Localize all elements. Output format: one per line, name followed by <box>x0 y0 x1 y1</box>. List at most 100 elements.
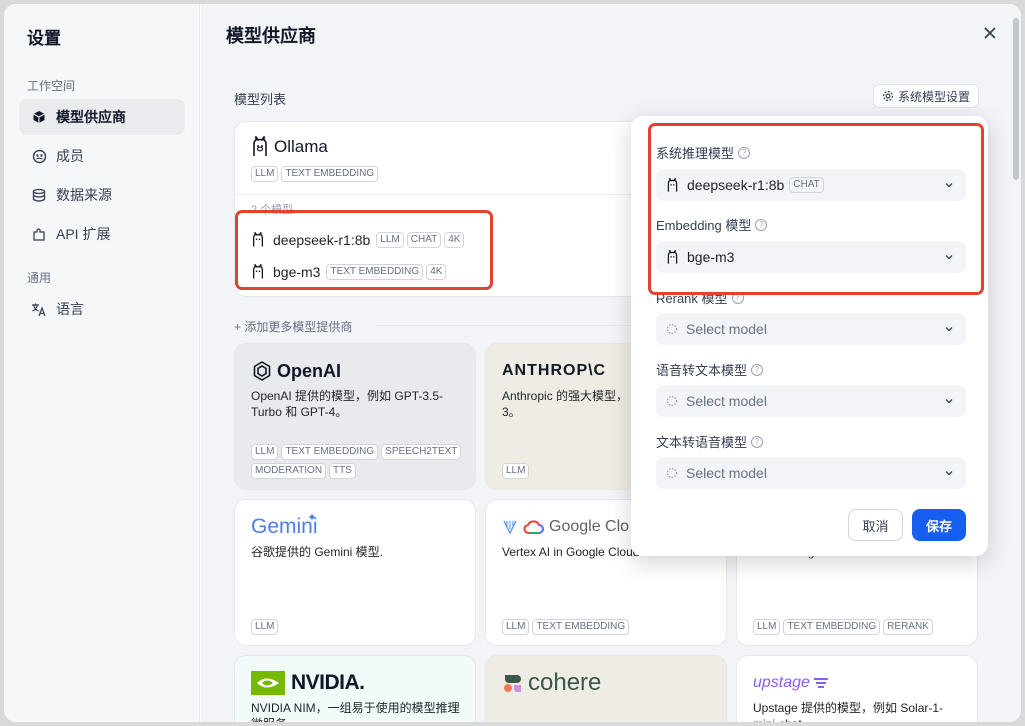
select-value: Select model <box>686 465 767 481</box>
provider-name: ANTHROP\C <box>502 362 607 379</box>
model-list-label: 模型列表 <box>234 92 287 107</box>
field-label-text: 语音转文本模型 <box>656 363 748 378</box>
provider-name: upstage <box>753 674 810 691</box>
provider-card-gemini[interactable]: Gemini 谷歌提供的 Gemini 模型. LLM <box>234 499 476 646</box>
provider-tags: LLM TEXT EMBEDDING RERANK <box>753 619 967 635</box>
tag: TEXT EMBEDDING <box>532 619 630 635</box>
openai-logo: OpenAI <box>251 358 341 384</box>
settings-dialog: 设置 工作空间 模型供应商 成员 数据来源 API 扩展 通用 语言 模型供应商… <box>4 4 1021 722</box>
system-model-settings-button[interactable]: 系统模型设置 <box>873 84 979 108</box>
add-more-providers[interactable]: + 添加更多模型提供商 <box>234 318 676 335</box>
vertex-icon <box>503 520 517 535</box>
sidebar-item-label: API 扩展 <box>56 226 111 242</box>
placeholder-icon <box>666 467 678 479</box>
nvidia-logo: NVIDIA. <box>251 670 365 696</box>
tag: TEXT EMBEDDING <box>281 166 379 182</box>
upstage-logo: upstage <box>753 670 829 696</box>
chevron-down-icon <box>945 471 953 476</box>
provider-desc: 谷歌提供的 Gemini 模型. <box>251 545 384 559</box>
sidebar-item-data-source[interactable]: 数据来源 <box>19 177 185 213</box>
help-icon[interactable]: ? <box>751 435 764 448</box>
provider-desc: OpenAI 提供的模型，例如 GPT-3.5-Turbo 和 GPT-4。 <box>251 389 444 419</box>
sidebar-item-language[interactable]: 语言 <box>19 291 185 327</box>
provider-name: OpenAI <box>277 360 342 381</box>
tag: RERANK <box>883 619 933 635</box>
sidebar-item-api-extension[interactable]: API 扩展 <box>19 216 185 252</box>
provider-card-cohere[interactable]: cohere <box>485 655 727 722</box>
select-value: Select model <box>686 393 767 409</box>
tag: TEXT EMBEDDING <box>281 444 379 460</box>
provider-card-upstage[interactable]: upstage Upstage 提供的模型，例如 Solar-1-mini-ch… <box>736 655 978 722</box>
provider-card-nvidia[interactable]: NVIDIA. NVIDIA NIM，一组易于使用的模型推理微服务。 <box>234 655 476 722</box>
anthropic-logo: ANTHROP\C <box>502 358 606 384</box>
sidebar-item-members[interactable]: 成员 <box>19 138 185 174</box>
field-label-text: 文本转语音模型 <box>656 435 748 450</box>
tag: LLM <box>251 444 279 460</box>
google-cloud-icon <box>523 520 544 534</box>
provider-tags: LLM TEXT EMBEDDING SPEECH2TEXT MODERATIO… <box>251 444 465 479</box>
puzzle-icon <box>31 226 47 242</box>
field-label: 语音转文本模型 ? <box>656 360 764 379</box>
cohere-logo: cohere <box>502 669 602 696</box>
nvidia-eye-icon <box>251 671 285 695</box>
sidebar-item-label: 成员 <box>56 148 84 164</box>
sidebar-item-label: 数据来源 <box>56 187 112 203</box>
sparkle-icon <box>307 513 316 521</box>
tag: TEXT EMBEDDING <box>783 619 881 635</box>
rerank-model-select[interactable]: Select model <box>656 313 966 345</box>
sidebar-title: 设置 <box>27 29 61 48</box>
cube-icon <box>31 109 47 125</box>
gear-icon <box>882 90 894 102</box>
members-icon <box>31 148 47 164</box>
google-cloud-logo: Google Clo <box>502 514 629 540</box>
tag: LLM <box>502 463 530 479</box>
highlight-box <box>235 210 493 290</box>
upstage-icon <box>813 678 828 688</box>
tag: SPEECH2TEXT <box>381 444 462 460</box>
ollama-tags: LLM TEXT EMBEDDING <box>251 166 379 182</box>
provider-tags: LLM <box>251 619 465 635</box>
provider-card-openai[interactable]: OpenAI OpenAI 提供的模型，例如 GPT-3.5-Turbo 和 G… <box>234 343 476 490</box>
page-title: 模型供应商 <box>226 26 316 46</box>
provider-desc: Upstage 提供的模型，例如 Solar-1-mini-chat <box>753 701 944 722</box>
cancel-button[interactable]: 取消 <box>848 509 903 541</box>
ollama-logo-icon <box>253 136 267 156</box>
ollama-header: Ollama <box>251 136 328 158</box>
placeholder-icon <box>666 395 678 407</box>
sidebar-item-label: 模型供应商 <box>56 109 126 125</box>
gemini-logo: Gemini <box>251 513 318 540</box>
placeholder-icon <box>666 323 678 335</box>
provider-name: Google Clo <box>549 518 630 535</box>
sidebar: 设置 工作空间 模型供应商 成员 数据来源 API 扩展 通用 语言 <box>4 4 200 722</box>
cohere-icon <box>504 675 521 692</box>
section-workspace: 工作空间 <box>27 79 76 93</box>
openai-icon <box>253 361 271 381</box>
tag: LLM <box>251 166 279 182</box>
section-general: 通用 <box>27 271 52 285</box>
provider-desc: NVIDIA NIM，一组易于使用的模型推理微服务。 <box>251 701 460 722</box>
stt-model-select[interactable]: Select model <box>656 385 966 417</box>
database-icon <box>31 187 47 203</box>
tag: LLM <box>502 619 530 635</box>
system-model-settings-label: 系统模型设置 <box>897 89 970 104</box>
save-button[interactable]: 保存 <box>912 509 966 541</box>
select-value: Select model <box>686 321 767 337</box>
provider-name: NVIDIA. <box>291 671 365 694</box>
help-icon[interactable]: ? <box>751 363 764 376</box>
close-icon[interactable] <box>981 24 999 42</box>
tag: LLM <box>753 619 781 635</box>
sidebar-item-model-provider[interactable]: 模型供应商 <box>19 99 185 135</box>
tag: LLM <box>251 619 279 635</box>
scrollbar[interactable] <box>1013 18 1019 180</box>
highlight-box <box>648 123 984 295</box>
tag: TTS <box>329 463 356 479</box>
add-more-label: + 添加更多模型提供商 <box>234 320 353 334</box>
chevron-down-icon <box>945 399 953 404</box>
tag: MODERATION <box>251 463 327 479</box>
tts-model-select[interactable]: Select model <box>656 457 966 489</box>
provider-tags: LLM TEXT EMBEDDING <box>502 619 716 635</box>
translate-icon <box>31 301 47 317</box>
provider-name: cohere <box>528 669 602 696</box>
sidebar-item-label: 语言 <box>56 301 84 317</box>
chevron-down-icon <box>945 327 953 332</box>
